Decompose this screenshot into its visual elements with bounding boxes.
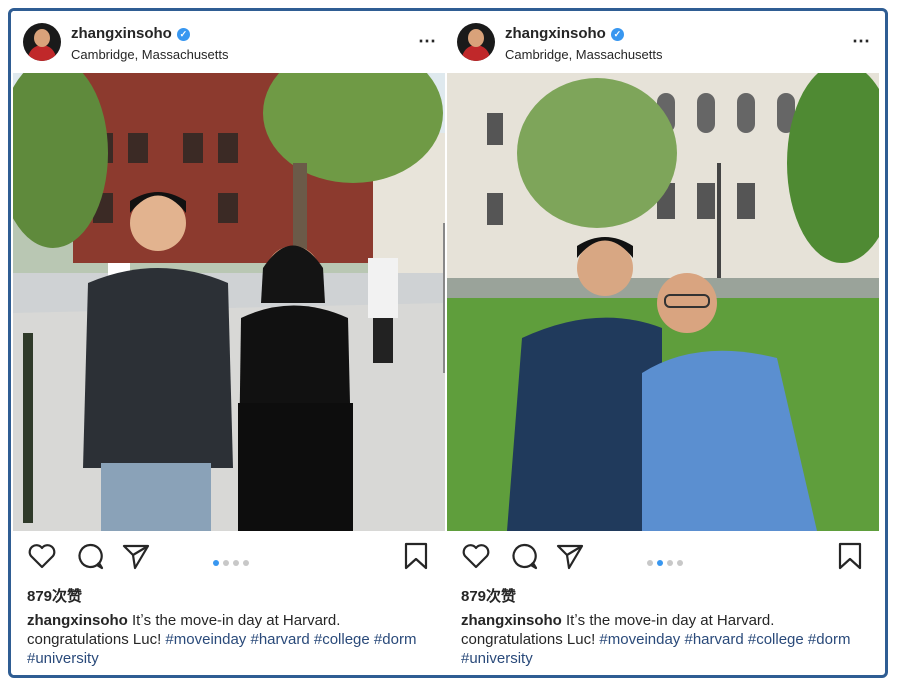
hashtag-link[interactable]: #university [461,650,533,667]
post-photo[interactable] [13,73,445,531]
more-options-icon[interactable]: ⋯ [418,31,437,52]
instagram-post-2: zhangxinsoho ✓ Cambridge, Massachusetts ⋯ [447,11,879,675]
carousel-dot [667,560,673,566]
location-link[interactable]: Cambridge, Massachusetts [71,47,229,62]
hashtag-link[interactable]: #moveinday [599,631,680,648]
save-bookmark-icon[interactable] [401,541,431,571]
more-options-icon[interactable]: ⋯ [852,31,871,52]
post-caption: zhangxinsoho Itʼs the move-in day at Har… [461,611,871,668]
hashtag-link[interactable]: #moveinday [165,631,246,648]
post-actions [13,537,445,577]
post-divider [445,71,447,531]
carousel-dot [233,560,239,566]
carousel-dot [647,560,653,566]
hashtag-link[interactable]: #university [27,650,99,667]
avatar[interactable] [23,23,61,61]
carousel-dot [223,560,229,566]
share-paper-plane-icon[interactable] [555,541,585,571]
avatar[interactable] [457,23,495,61]
like-heart-icon[interactable] [27,541,57,571]
hashtag-link[interactable]: #college [748,631,804,648]
location-link[interactable]: Cambridge, Massachusetts [505,47,663,62]
hashtag-link[interactable]: #dorm [808,631,851,648]
carousel-indicator [647,553,687,571]
verified-badge-icon: ✓ [610,28,624,41]
comment-bubble-icon[interactable] [75,541,105,571]
caption-username[interactable]: zhangxinsoho [461,612,562,629]
hashtag-link[interactable]: #harvard [250,631,309,648]
carousel-dot [677,560,683,566]
post-actions [447,537,879,577]
carousel-dot [213,560,219,566]
likes-count[interactable]: 879次赞 [27,585,82,606]
hashtag-link[interactable]: #college [314,631,370,648]
post-header: zhangxinsoho ✓ Cambridge, Massachusetts ⋯ [13,11,445,73]
post-photo[interactable] [447,73,879,531]
hashtag-link[interactable]: #harvard [684,631,743,648]
caption-username[interactable]: zhangxinsoho [27,612,128,629]
comment-bubble-icon[interactable] [509,541,539,571]
verified-badge-icon: ✓ [176,28,190,41]
hashtag-link[interactable]: #dorm [374,631,417,648]
save-bookmark-icon[interactable] [835,541,865,571]
carousel-indicator [213,553,253,571]
carousel-dot [243,560,249,566]
like-heart-icon[interactable] [461,541,491,571]
carousel-dot [657,560,663,566]
post-header: zhangxinsoho ✓ Cambridge, Massachusetts ⋯ [447,11,879,73]
share-paper-plane-icon[interactable] [121,541,151,571]
likes-count[interactable]: 879次赞 [461,585,516,606]
screenshot-frame: zhangxinsoho ✓ Cambridge, Massachusetts ⋯ [8,8,888,678]
username-link[interactable]: zhangxinsoho ✓ [505,25,624,42]
username-link[interactable]: zhangxinsoho ✓ [71,25,190,42]
post-caption: zhangxinsoho Itʼs the move-in day at Har… [27,611,437,668]
instagram-post-1: zhangxinsoho ✓ Cambridge, Massachusetts ⋯ [13,11,445,675]
